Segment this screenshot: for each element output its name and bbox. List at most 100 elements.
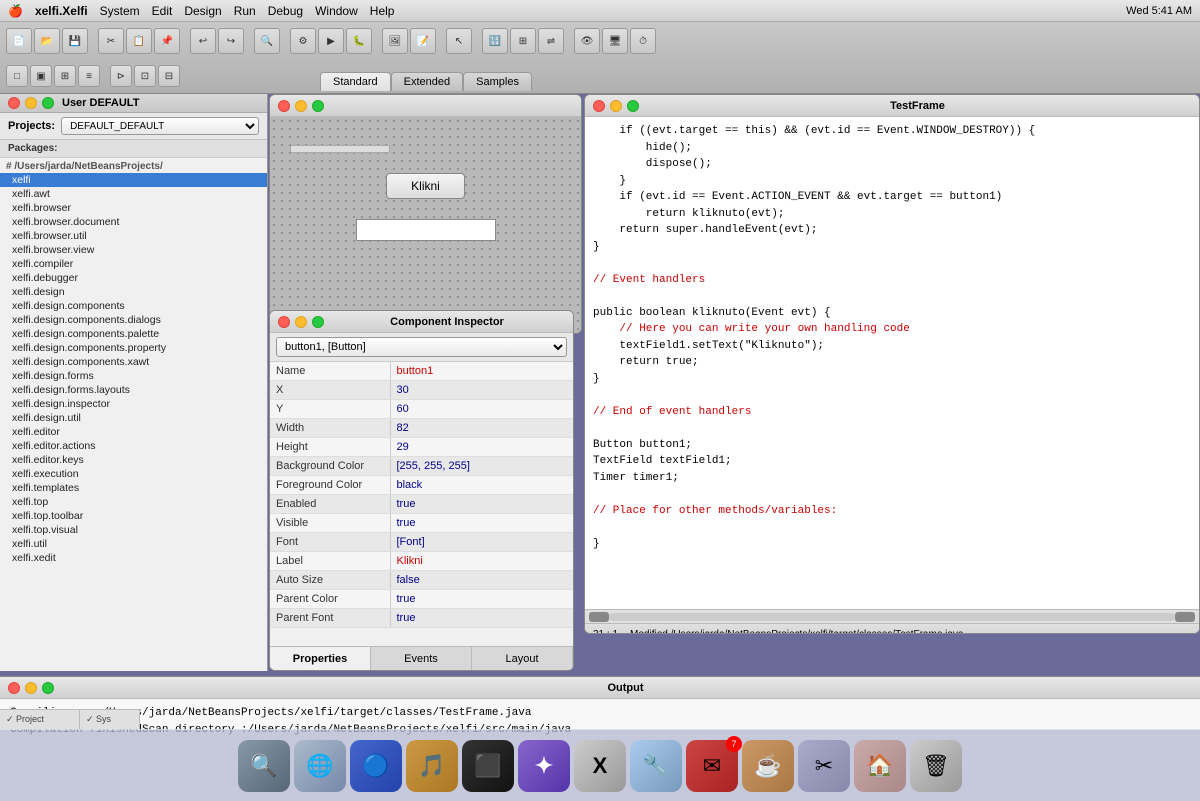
inspector-component-select[interactable]: button1, [Button] [276, 337, 567, 357]
out-close[interactable] [8, 682, 20, 694]
tb-clock-btn[interactable]: ⏱ [630, 28, 656, 54]
dock-terminal[interactable]: ⬛ [462, 740, 514, 792]
dock-coffee[interactable]: ☕ [742, 740, 794, 792]
design-klikni-button[interactable]: Klikni [386, 173, 465, 199]
menu-system[interactable]: System [100, 4, 140, 18]
tree-item-xelfi[interactable]: xelfi [0, 173, 267, 187]
tree-item-browser-doc[interactable]: xelfi.browser.document [0, 215, 267, 229]
out-maximize[interactable] [42, 682, 54, 694]
tb-r3[interactable]: ⊞ [54, 65, 76, 87]
insp-minimize[interactable] [295, 316, 307, 328]
tb-paste-btn[interactable]: 📌 [154, 28, 180, 54]
tb-r6[interactable]: ⊡ [134, 65, 156, 87]
tree-item-compiler[interactable]: xelfi.compiler [0, 257, 267, 271]
tab-samples[interactable]: Samples [463, 72, 532, 91]
tb-layout-btn[interactable]: ⊞ [510, 28, 536, 54]
tb-r2[interactable]: ▣ [30, 65, 52, 87]
tb-debug-btn[interactable]: 🐛 [346, 28, 372, 54]
tab-extended[interactable]: Extended [391, 72, 463, 91]
apple-menu[interactable]: 🍎 [8, 4, 23, 18]
tb-open-btn[interactable]: 📂 [34, 28, 60, 54]
tb-find-btn[interactable]: 🔍 [254, 28, 280, 54]
tree-item-design[interactable]: xelfi.design [0, 285, 267, 299]
dock-xelfi[interactable]: ✦ [518, 740, 570, 792]
tree-item-root[interactable]: # /Users/jarda/NetBeansProjects/ [0, 160, 267, 173]
tree-item-top[interactable]: xelfi.top [0, 495, 267, 509]
code-close[interactable] [593, 100, 605, 112]
menu-edit[interactable]: Edit [152, 4, 173, 18]
dock-trash[interactable]: 🗑 [910, 740, 962, 792]
tree-item-awt[interactable]: xelfi.awt [0, 187, 267, 201]
dock-mail[interactable]: ✉ 7 [686, 740, 738, 792]
design-canvas[interactable]: Klikni [270, 117, 581, 333]
tree-item-top-visual[interactable]: xelfi.top.visual [0, 523, 267, 537]
tree-item-editor-keys[interactable]: xelfi.editor.keys [0, 453, 267, 467]
tree-item-design-layouts[interactable]: xelfi.design.forms.layouts [0, 383, 267, 397]
minimize-btn[interactable] [25, 97, 37, 109]
menu-window[interactable]: Window [315, 4, 358, 18]
tb-redo-btn[interactable]: ↪ [218, 28, 244, 54]
tree-item-browser-util[interactable]: xelfi.browser.util [0, 229, 267, 243]
dock-globe[interactable]: 🔵 [350, 740, 402, 792]
tb-cut-btn[interactable]: ✂ [98, 28, 124, 54]
tree-item-design-util[interactable]: xelfi.design.util [0, 411, 267, 425]
tb-preview-btn[interactable]: 👁 [574, 28, 600, 54]
package-tree[interactable]: # /Users/jarda/NetBeansProjects/ xelfi x… [0, 158, 267, 655]
menu-design[interactable]: Design [184, 4, 221, 18]
tb-r5[interactable]: ⊳ [110, 65, 132, 87]
dock-browser[interactable]: 🌐 [294, 740, 346, 792]
out-minimize[interactable] [25, 682, 37, 694]
tree-item-design-forms[interactable]: xelfi.design.forms [0, 369, 267, 383]
tree-item-util[interactable]: xelfi.util [0, 537, 267, 551]
design-minimize[interactable] [295, 100, 307, 112]
tree-item-top-toolbar[interactable]: xelfi.top.toolbar [0, 509, 267, 523]
tree-item-editor[interactable]: xelfi.editor [0, 425, 267, 439]
insp-maximize[interactable] [312, 316, 324, 328]
dock-scissors[interactable]: ✂ [798, 740, 850, 792]
menu-help[interactable]: Help [370, 4, 395, 18]
tb-new-btn[interactable]: 📄 [6, 28, 32, 54]
design-close[interactable] [278, 100, 290, 112]
code-maximize[interactable] [627, 100, 639, 112]
design-textfield[interactable] [356, 219, 496, 241]
menu-run[interactable]: Run [234, 4, 256, 18]
tree-item-execution[interactable]: xelfi.execution [0, 467, 267, 481]
tab-properties[interactable]: Properties [270, 647, 371, 670]
code-hscrollbar[interactable] [585, 609, 1199, 623]
tab-standard[interactable]: Standard [320, 72, 391, 91]
tb-save-btn[interactable]: 💾 [62, 28, 88, 54]
tb-compile-btn[interactable]: ⚙ [290, 28, 316, 54]
tree-item-templates[interactable]: xelfi.templates [0, 481, 267, 495]
close-btn[interactable] [8, 97, 20, 109]
dock-home[interactable]: 🏠 [854, 740, 906, 792]
tree-item-design-prop[interactable]: xelfi.design.components.property [0, 341, 267, 355]
tree-item-debugger[interactable]: xelfi.debugger [0, 271, 267, 285]
design-maximize[interactable] [312, 100, 324, 112]
maximize-btn[interactable] [42, 97, 54, 109]
tb-r4[interactable]: ≡ [78, 65, 100, 87]
code-content[interactable]: if ((evt.target == this) && (evt.id == E… [585, 117, 1199, 609]
sys-tab[interactable]: ✓ Sys [80, 709, 140, 729]
dock-tools[interactable]: 🔧 [630, 740, 682, 792]
tree-item-browser[interactable]: xelfi.browser [0, 201, 267, 215]
code-minimize[interactable] [610, 100, 622, 112]
tb-r7[interactable]: ⊟ [158, 65, 180, 87]
tab-events[interactable]: Events [371, 647, 472, 670]
tree-item-design-inspector[interactable]: xelfi.design.inspector [0, 397, 267, 411]
dock-finder[interactable]: 🔍 [238, 740, 290, 792]
tree-item-editor-actions[interactable]: xelfi.editor.actions [0, 439, 267, 453]
insp-close[interactable] [278, 316, 290, 328]
tree-item-design-xawt[interactable]: xelfi.design.components.xawt [0, 355, 267, 369]
dock-music[interactable]: 🎵 [406, 740, 458, 792]
tb-pointer-btn[interactable]: ↖ [446, 28, 472, 54]
tb-align-btn[interactable]: ⇌ [538, 28, 564, 54]
tb-code-btn[interactable]: 📝 [410, 28, 436, 54]
tb-copy-btn[interactable]: 📋 [126, 28, 152, 54]
tb-undo-btn[interactable]: ↩ [190, 28, 216, 54]
project-tab[interactable]: ✓ Project [0, 709, 80, 729]
tb-r1[interactable]: □ [6, 65, 28, 87]
tree-item-design-palette[interactable]: xelfi.design.components.palette [0, 327, 267, 341]
tb-form-btn[interactable]: 🖼 [382, 28, 408, 54]
dock-x11[interactable]: X [574, 740, 626, 792]
tree-item-design-comp[interactable]: xelfi.design.components [0, 299, 267, 313]
